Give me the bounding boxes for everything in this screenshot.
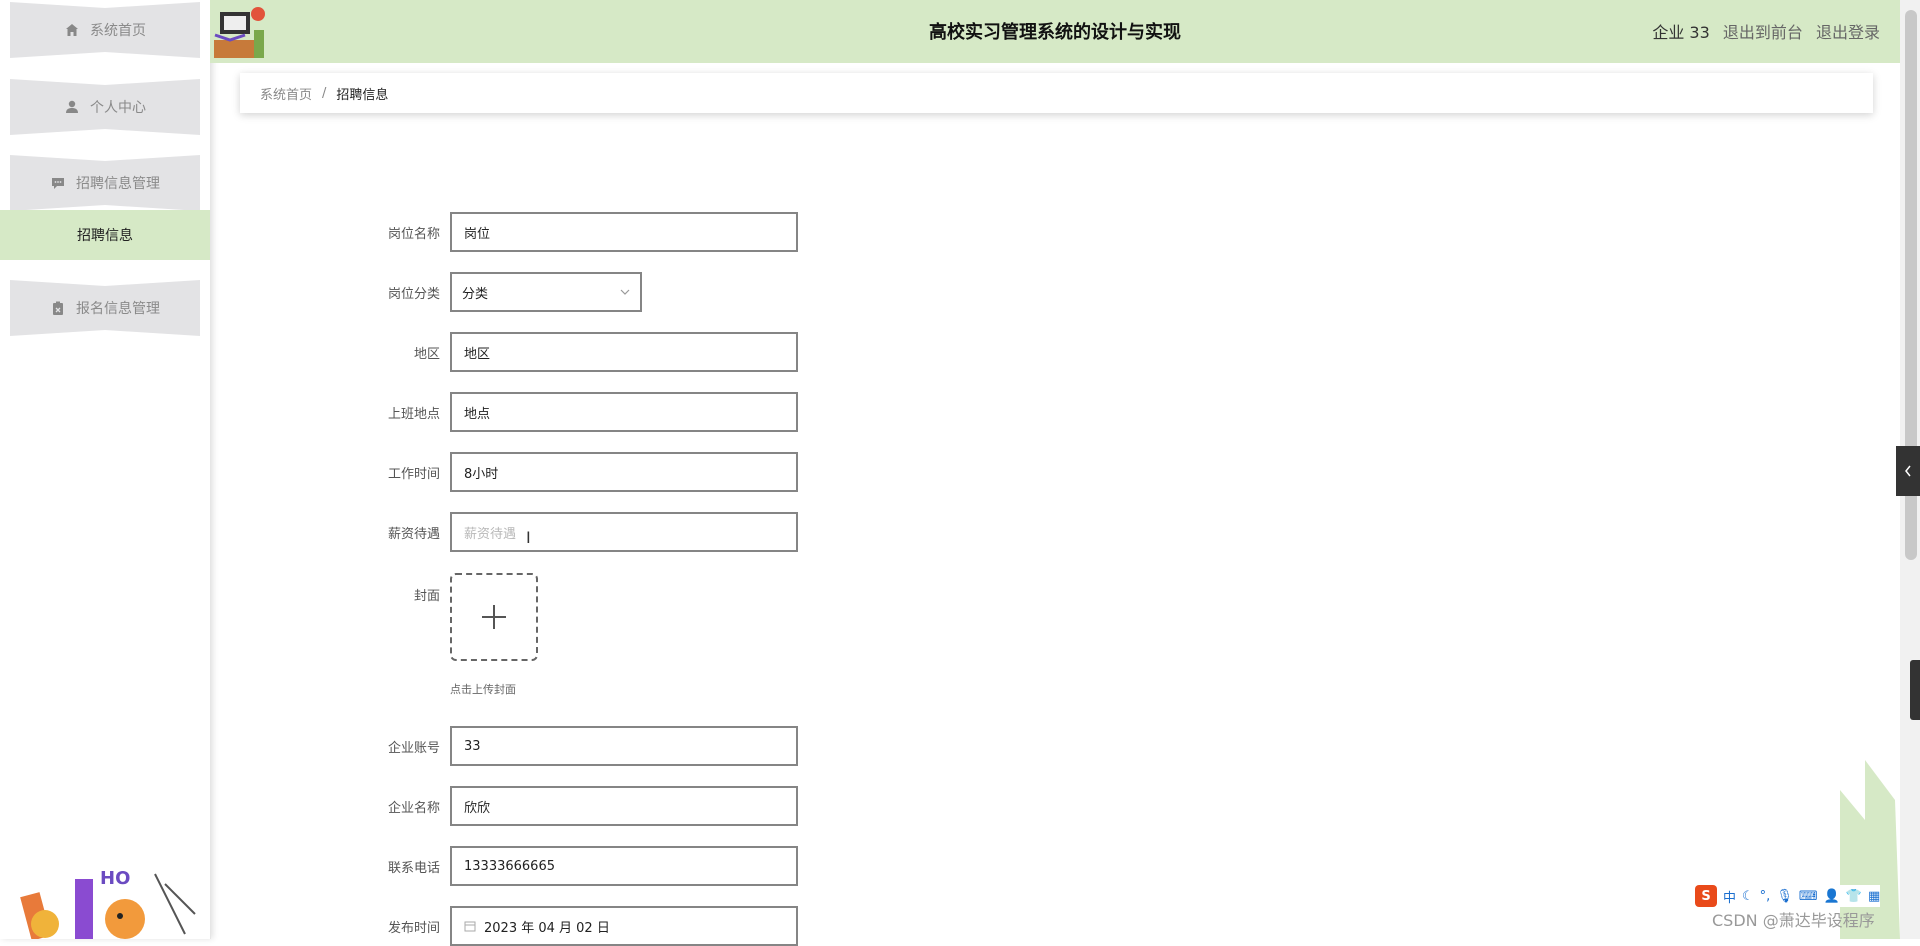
side-panel-toggle[interactable] bbox=[1896, 446, 1920, 496]
sidebar-item-label: 招聘信息管理 bbox=[76, 176, 160, 192]
user-name: 企业 33 bbox=[1652, 23, 1710, 42]
form-row-work-place: 上班地点 地点 bbox=[370, 392, 798, 432]
work-place-input[interactable]: 地点 bbox=[450, 392, 798, 432]
company-name-input[interactable]: 欣欣 bbox=[450, 786, 798, 826]
top-header: 高校实习管理系统的设计与实现 企业 33 退出到前台 退出登录 bbox=[210, 0, 1900, 63]
input-placeholder: 薪资待遇 bbox=[464, 526, 517, 542]
form-row-work-time: 工作时间 8小时 bbox=[370, 452, 798, 492]
phone-input[interactable]: 13333666665 bbox=[450, 846, 798, 886]
field-label: 发布时间 bbox=[387, 920, 440, 936]
breadcrumb: 系统首页 / 招聘信息 bbox=[240, 73, 1873, 113]
field-label: 封面 bbox=[413, 589, 440, 604]
home-icon bbox=[64, 22, 80, 38]
moon-icon: ☾ bbox=[1742, 888, 1754, 904]
breadcrumb-home[interactable]: 系统首页 bbox=[260, 84, 312, 103]
input-value: 13333666665 bbox=[464, 858, 555, 874]
watermark: CSDN @萧达毕设程序 bbox=[1712, 911, 1875, 930]
input-value: 2023 年 04 月 02 日 bbox=[484, 920, 610, 936]
header-right: 企业 33 退出到前台 退出登录 bbox=[1644, 0, 1880, 63]
select-value: 分类 bbox=[462, 286, 489, 302]
sidebar-subitem-label: 招聘信息 bbox=[77, 228, 133, 244]
form-row-company-account: 企业账号 33 bbox=[370, 726, 798, 766]
sidebar-item-application-management[interactable]: 报名信息管理 bbox=[10, 280, 200, 336]
field-label: 地区 bbox=[413, 346, 440, 362]
user-icon bbox=[64, 99, 80, 115]
plus-icon bbox=[482, 605, 506, 629]
grid-icon: ▦ bbox=[1867, 888, 1881, 904]
message-icon bbox=[50, 175, 66, 191]
text-cursor-icon: I bbox=[526, 528, 531, 547]
breadcrumb-current: 招聘信息 bbox=[336, 87, 389, 103]
form-row-company-name: 企业名称 欣欣 bbox=[370, 786, 798, 826]
field-label: 企业账号 bbox=[387, 740, 440, 756]
sidebar-subitem-recruitment-info[interactable]: 招聘信息 bbox=[0, 210, 210, 260]
company-account-input[interactable]: 33 bbox=[450, 726, 798, 766]
calendar-icon bbox=[464, 921, 476, 932]
sogou-icon: S bbox=[1695, 885, 1717, 907]
breadcrumb-separator: / bbox=[322, 85, 327, 101]
form-row-position-name: 岗位名称 岗位 bbox=[370, 212, 798, 252]
region-input[interactable]: 地区 bbox=[450, 332, 798, 372]
keyboard-icon: ⌨ bbox=[1798, 888, 1818, 904]
floating-widget[interactable] bbox=[1910, 660, 1920, 720]
form-row-category: 岗位分类 分类 bbox=[370, 272, 642, 312]
field-label: 工作时间 bbox=[387, 466, 440, 482]
ime-mode: 中 bbox=[1723, 890, 1737, 906]
chevron-left-icon bbox=[1905, 465, 1911, 477]
microphone-icon: 🎙 bbox=[1776, 888, 1793, 904]
input-value: 33 bbox=[464, 738, 481, 754]
clipboard-icon bbox=[50, 300, 66, 316]
form-row-publish-time: 发布时间 2023 年 04 月 02 日 bbox=[370, 906, 798, 946]
position-name-input[interactable]: 岗位 bbox=[450, 212, 798, 252]
ime-toolbar: S 中 ☾ °, 🎙 ⌨ 👤 👕 ▦ bbox=[1695, 885, 1881, 907]
form-row-salary: 薪资待遇 薪资待遇 bbox=[370, 512, 798, 552]
sidebar-item-label: 系统首页 bbox=[90, 23, 146, 39]
sidebar-item-label: 报名信息管理 bbox=[76, 301, 160, 317]
input-value: 欣欣 bbox=[464, 800, 491, 816]
back-to-front-link[interactable]: 退出到前台 bbox=[1723, 23, 1803, 42]
category-select[interactable]: 分类 bbox=[450, 272, 642, 312]
sidebar-item-home[interactable]: 系统首页 bbox=[10, 2, 200, 58]
svg-text:HO: HO bbox=[100, 868, 130, 889]
logout-link[interactable]: 退出登录 bbox=[1816, 23, 1880, 42]
publish-time-picker[interactable]: 2023 年 04 月 02 日 bbox=[450, 906, 798, 946]
form-row-phone: 联系电话 13333666665 bbox=[370, 846, 798, 886]
input-value: 地点 bbox=[464, 406, 491, 422]
sidebar-item-personal-center[interactable]: 个人中心 bbox=[10, 79, 200, 135]
field-label: 岗位分类 bbox=[387, 286, 440, 302]
field-label: 上班地点 bbox=[387, 406, 440, 422]
field-label: 联系电话 bbox=[387, 860, 440, 876]
field-label: 企业名称 bbox=[387, 800, 440, 816]
sidebar-item-recruitment-management[interactable]: 招聘信息管理 bbox=[10, 155, 200, 211]
field-label: 岗位名称 bbox=[387, 226, 440, 242]
form-row-cover: 封面 bbox=[370, 573, 538, 661]
field-label: 薪资待遇 bbox=[387, 526, 440, 542]
sidebar-item-label: 个人中心 bbox=[90, 100, 146, 116]
form-row-region: 地区 地区 bbox=[370, 332, 798, 372]
punctuation-icon: °, bbox=[1759, 888, 1771, 904]
input-value: 8小时 bbox=[464, 466, 499, 482]
work-time-input[interactable]: 8小时 bbox=[450, 452, 798, 492]
upload-hint: 点击上传封面 bbox=[450, 683, 516, 696]
cover-upload-button[interactable] bbox=[450, 573, 538, 661]
input-value: 岗位 bbox=[464, 226, 491, 242]
salary-input[interactable]: 薪资待遇 bbox=[450, 512, 798, 552]
sidebar: 系统首页 个人中心 招聘信息管理 招聘信息 报名信息管理 HO bbox=[0, 0, 211, 939]
chevron-down-icon bbox=[620, 289, 630, 295]
user-icon: 👤 bbox=[1823, 888, 1840, 904]
input-value: 地区 bbox=[464, 346, 491, 362]
shirt-icon: 👕 bbox=[1845, 888, 1862, 904]
decorative-illustration: HO bbox=[20, 868, 196, 939]
